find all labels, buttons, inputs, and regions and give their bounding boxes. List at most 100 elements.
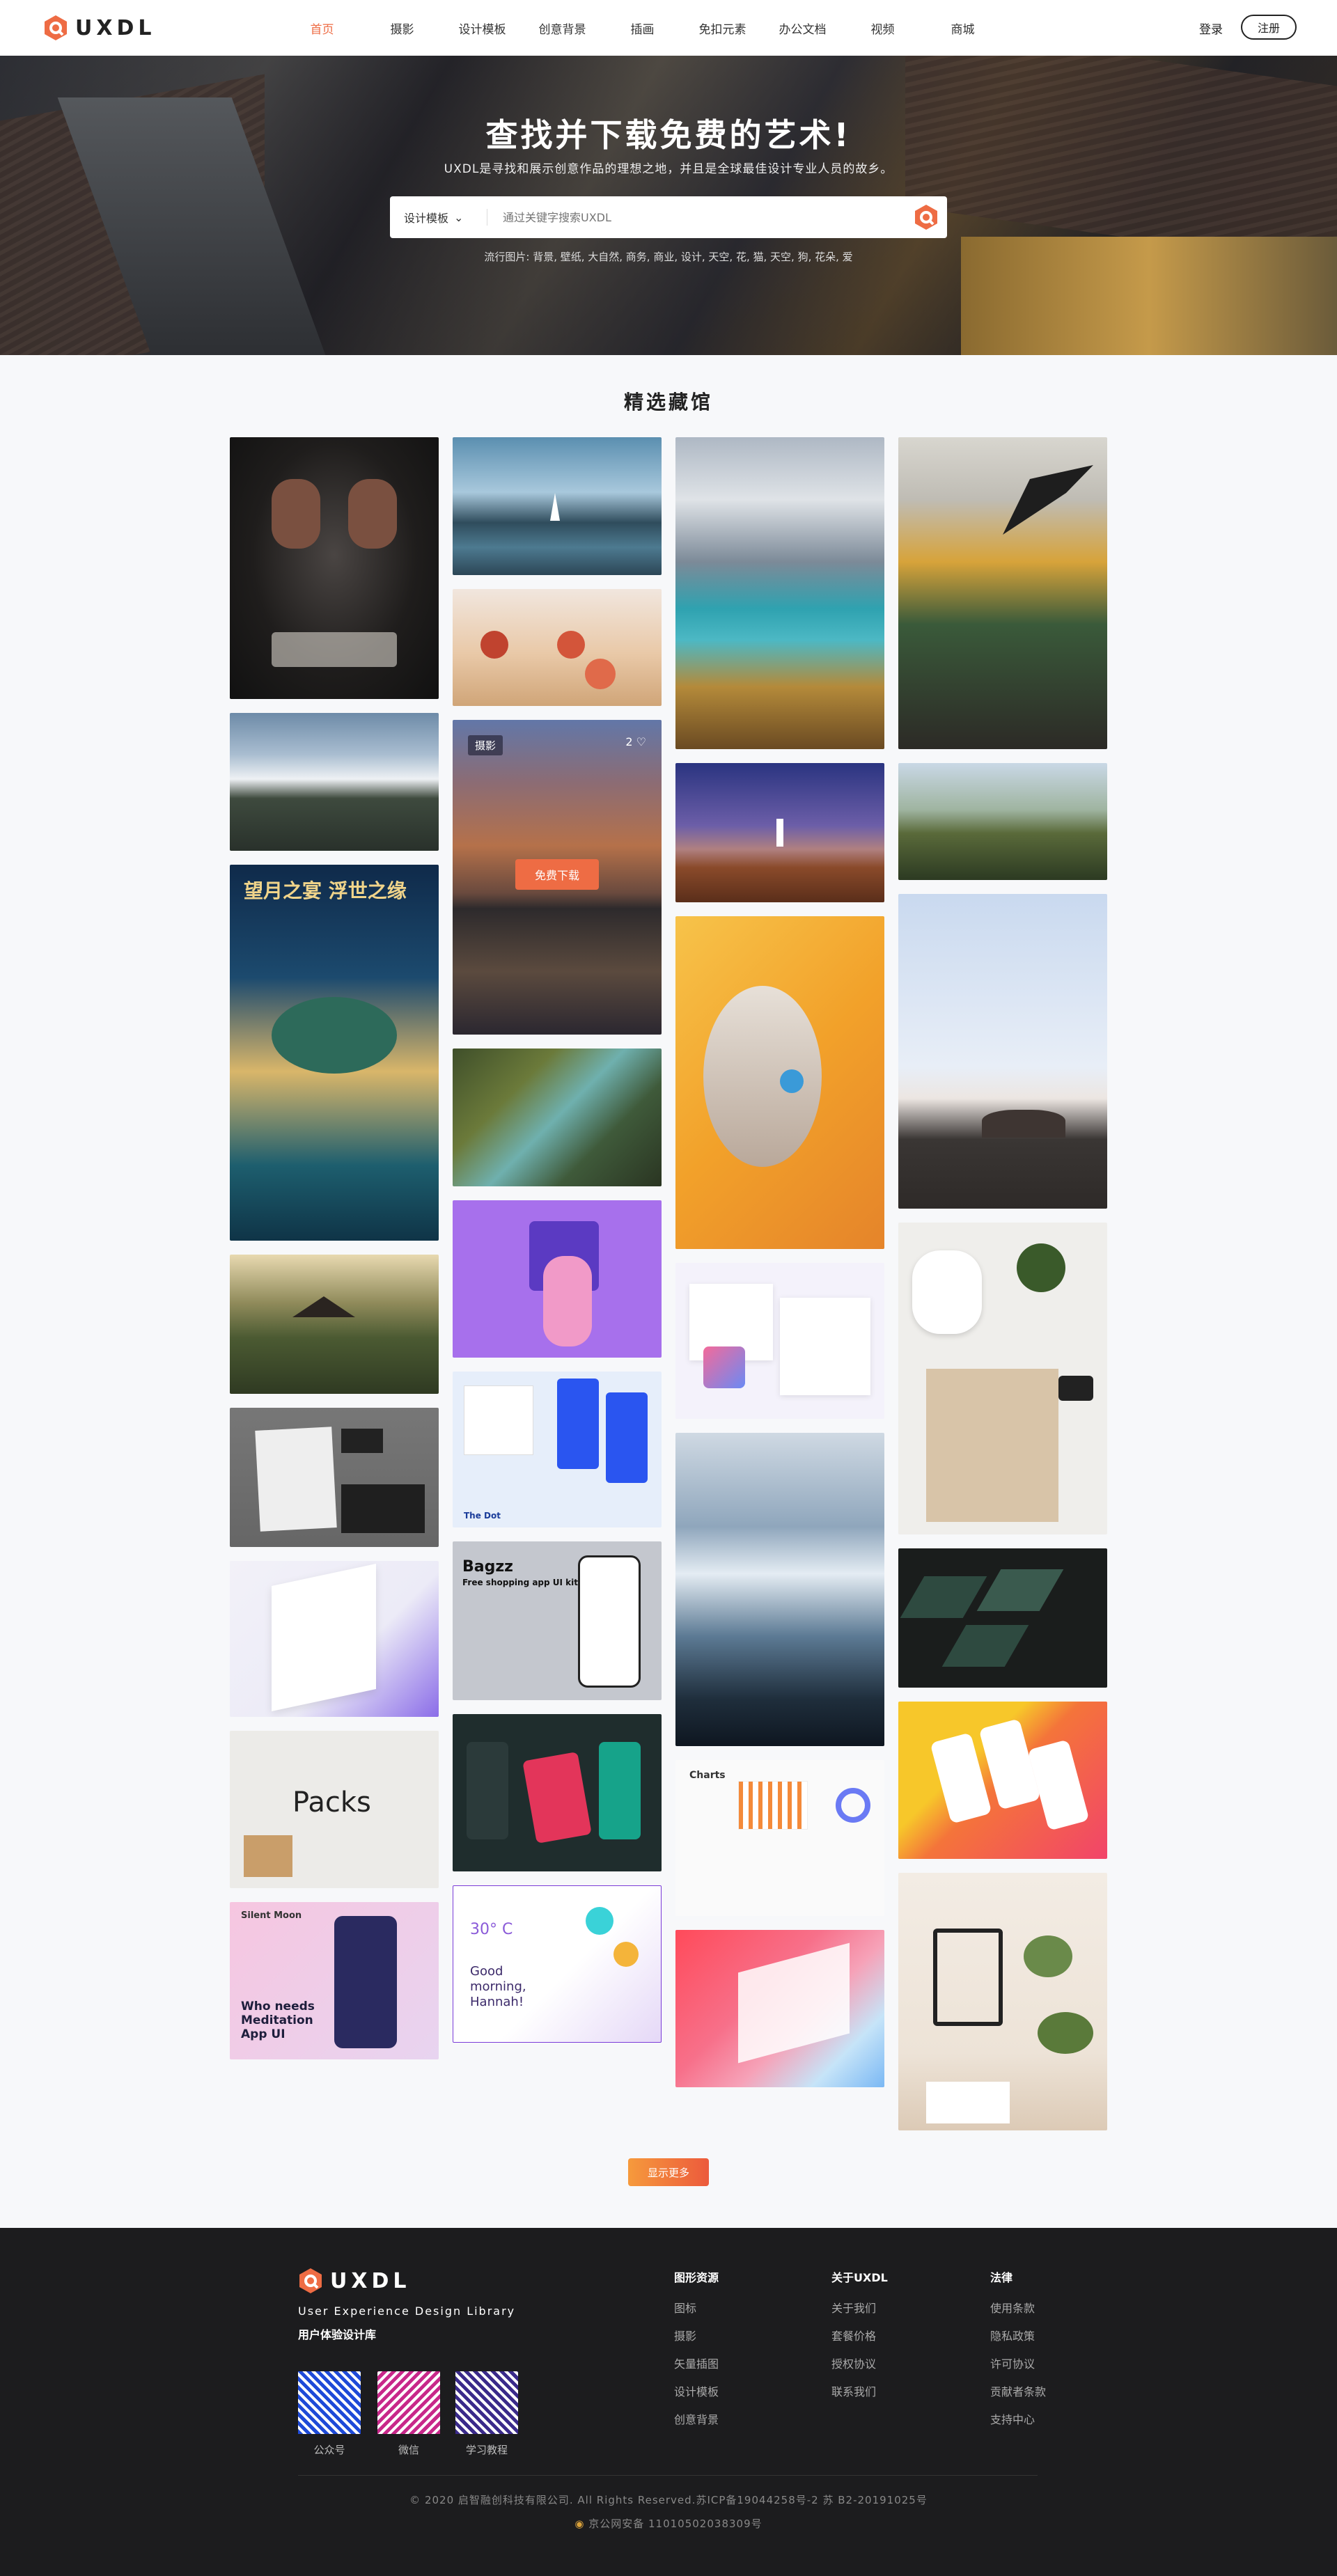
gallery-item-baking-hands[interactable] <box>230 437 439 699</box>
login-link[interactable]: 登录 <box>1199 19 1223 37</box>
footer-link-about-us[interactable]: 关于我们 <box>831 2299 888 2327</box>
logo[interactable]: UXDL <box>43 14 156 42</box>
gallery-item-bagzz-app[interactable]: Bagzz Free shopping app UI kit <box>453 1541 662 1700</box>
popular-tags-list[interactable]: 背景, 壁纸, 大自然, 商务, 商业, 设计, 天空, 花, 猫, 天空, 狗… <box>533 251 852 263</box>
gallery-item-dark-app-ui[interactable] <box>453 1714 662 1871</box>
sailboat <box>550 493 560 521</box>
footer-col-title: 关于UXDL <box>831 2271 888 2284</box>
gallery-item-mountain-lake[interactable] <box>675 437 884 749</box>
nav-store[interactable]: 商城 <box>923 19 1003 37</box>
bagzz-phone <box>578 1555 641 1688</box>
nav-backgrounds[interactable]: 创意背景 <box>522 19 602 37</box>
top-navbar: UXDL 首页 摄影 设计模板 创意背景 插画 免扣元素 办公文档 视频 商城 … <box>0 0 1337 56</box>
heart-icon: ♡ <box>636 735 646 748</box>
footer-link-terms[interactable]: 使用条款 <box>990 2299 1046 2327</box>
footer-icp-text[interactable]: 京公网安备 11010502038309号 <box>588 2518 762 2530</box>
footer-col-about: 关于UXDL 关于我们 套餐价格 授权协议 联系我们 <box>831 2268 888 2410</box>
show-more-button[interactable]: 显示更多 <box>628 2158 709 2186</box>
pavilion-roof <box>292 1296 355 1317</box>
hero-subtitle: UXDL是寻找和展示创意作品的理想之地，并且是全球最佳设计专业人员的故乡。 <box>444 162 893 176</box>
gallery-item-sailboat-lake[interactable] <box>453 437 662 575</box>
footer-link-contributor-terms[interactable]: 贡献者条款 <box>990 2382 1046 2410</box>
footer-tagline: User Experience Design Library <box>298 2304 516 2318</box>
gallery-item-weather-app[interactable]: 30° C Good morning, Hannah! <box>453 1885 662 2043</box>
dashboard-card-2 <box>780 1298 870 1395</box>
footer-link-license[interactable]: 授权协议 <box>831 2355 888 2382</box>
footer-tagline-cn: 用户体验设计库 <box>298 2328 377 2341</box>
sink <box>926 2082 1010 2123</box>
nav-elements[interactable]: 免扣元素 <box>682 19 763 37</box>
nav-photography[interactable]: 摄影 <box>362 19 442 37</box>
footer-link-icons[interactable]: 图标 <box>674 2299 719 2327</box>
footer-logo[interactable]: UXDL <box>298 2267 411 2295</box>
weather-bubble-2 <box>613 1942 639 1967</box>
footer-link-contact[interactable]: 联系我们 <box>831 2382 888 2410</box>
weather-greeting: Good morning, Hannah! <box>470 1964 526 2009</box>
footer-link-support[interactable]: 支持中心 <box>990 2410 1046 2438</box>
search-button[interactable] <box>905 203 947 231</box>
poster-title: 望月之宴 浮世之缘 <box>244 879 407 902</box>
signup-button[interactable]: 注册 <box>1241 15 1297 40</box>
gallery-item-figs[interactable] <box>453 589 662 706</box>
gallery-item-purple-illustration[interactable] <box>453 1200 662 1358</box>
camera <box>1058 1376 1093 1401</box>
free-download-button[interactable]: 免费下载 <box>515 859 599 890</box>
flour-board <box>272 632 397 667</box>
gallery-item-stationery-mockup[interactable] <box>230 1408 439 1547</box>
gallery-item-dashboard-ui[interactable] <box>675 1263 884 1419</box>
gallery-item-pavilion[interactable] <box>230 1255 439 1394</box>
meditation-phone <box>334 1916 397 2048</box>
footer-link-photography[interactable]: 摄影 <box>674 2327 719 2355</box>
weather-bubble-1 <box>586 1907 613 1935</box>
cat-eye <box>780 1069 804 1093</box>
gallery-item-river-aerial[interactable] <box>453 1049 662 1186</box>
gallery-item-colorful-phones[interactable] <box>898 1702 1107 1859</box>
gallery-item-moon-poster[interactable]: 望月之宴 浮世之缘 <box>230 865 439 1241</box>
nav-home[interactable]: 首页 <box>282 19 362 37</box>
footer-link-backgrounds[interactable]: 创意背景 <box>674 2410 719 2438</box>
search-input[interactable] <box>487 210 905 224</box>
qr-code-tutorials <box>455 2371 518 2434</box>
nav-illustration[interactable]: 插画 <box>602 19 682 37</box>
gallery-item-flatlay[interactable] <box>898 1223 1107 1534</box>
gallery-item-web-ui-purple[interactable] <box>230 1561 439 1717</box>
gallery-item-couple-rock[interactable] <box>898 894 1107 1209</box>
nav-video[interactable]: 视频 <box>843 19 923 37</box>
gallery-item-temple-roof[interactable] <box>898 437 1107 749</box>
gallery-item-snow-mountain[interactable] <box>230 713 439 851</box>
phone-mockup-3 <box>941 1625 1029 1667</box>
gallery-item-bathroom[interactable] <box>898 1873 1107 2130</box>
gallery-item-meditation-app[interactable]: Silent Moon Who needs Meditation App UI <box>230 1902 439 2059</box>
search-category-label: 设计模板 <box>404 212 449 225</box>
gallery-item-siamese-cat[interactable] <box>675 916 884 1249</box>
gallery-item-phone-mockups[interactable] <box>898 1548 1107 1688</box>
gallery-item-charts-ui[interactable]: Charts <box>675 1760 884 1916</box>
gallery-item-amsterdam-houses[interactable]: 摄影 2 ♡ 免费下载 <box>453 720 662 1035</box>
search-icon <box>915 205 937 230</box>
like-counter[interactable]: 2 ♡ <box>625 735 646 748</box>
hand-left <box>272 479 320 549</box>
footer-link-pricing[interactable]: 套餐价格 <box>831 2327 888 2355</box>
footer-logo-icon <box>299 2268 322 2293</box>
dot-label: The Dot <box>464 1511 501 1521</box>
popular-tags: 流行图片: 背景, 壁纸, 大自然, 商务, 商业, 设计, 天空, 花, 猫,… <box>0 249 1337 264</box>
search-category-dropdown[interactable]: 设计模板 ⌄ <box>390 209 487 226</box>
phone-mockup-1 <box>900 1576 987 1618</box>
gallery-item-packs-mockup[interactable]: Packs <box>230 1731 439 1888</box>
bathroom-plant-1 <box>1024 1935 1072 1977</box>
nav-templates[interactable]: 设计模板 <box>442 19 522 37</box>
footer-logo-text: UXDL <box>330 2268 411 2293</box>
rock <box>982 1110 1065 1138</box>
gallery-item-ice[interactable] <box>675 1433 884 1746</box>
meditation-title: Who needs Meditation App UI <box>241 2000 315 2041</box>
gallery-item-gradient-app[interactable] <box>675 1930 884 2087</box>
footer-link-vector[interactable]: 矢量插图 <box>674 2355 719 2382</box>
gallery-item-the-dot-ui[interactable]: The Dot <box>453 1372 662 1527</box>
footer-link-templates[interactable]: 设计模板 <box>674 2382 719 2410</box>
gallery-item-forest-view[interactable] <box>898 763 1107 880</box>
gallery-item-lighthouse[interactable] <box>675 763 884 902</box>
footer-link-privacy[interactable]: 隐私政策 <box>990 2327 1046 2355</box>
poster-tree <box>272 997 397 1074</box>
nav-office-docs[interactable]: 办公文档 <box>763 19 843 37</box>
footer-link-license-agreement[interactable]: 许可协议 <box>990 2355 1046 2382</box>
